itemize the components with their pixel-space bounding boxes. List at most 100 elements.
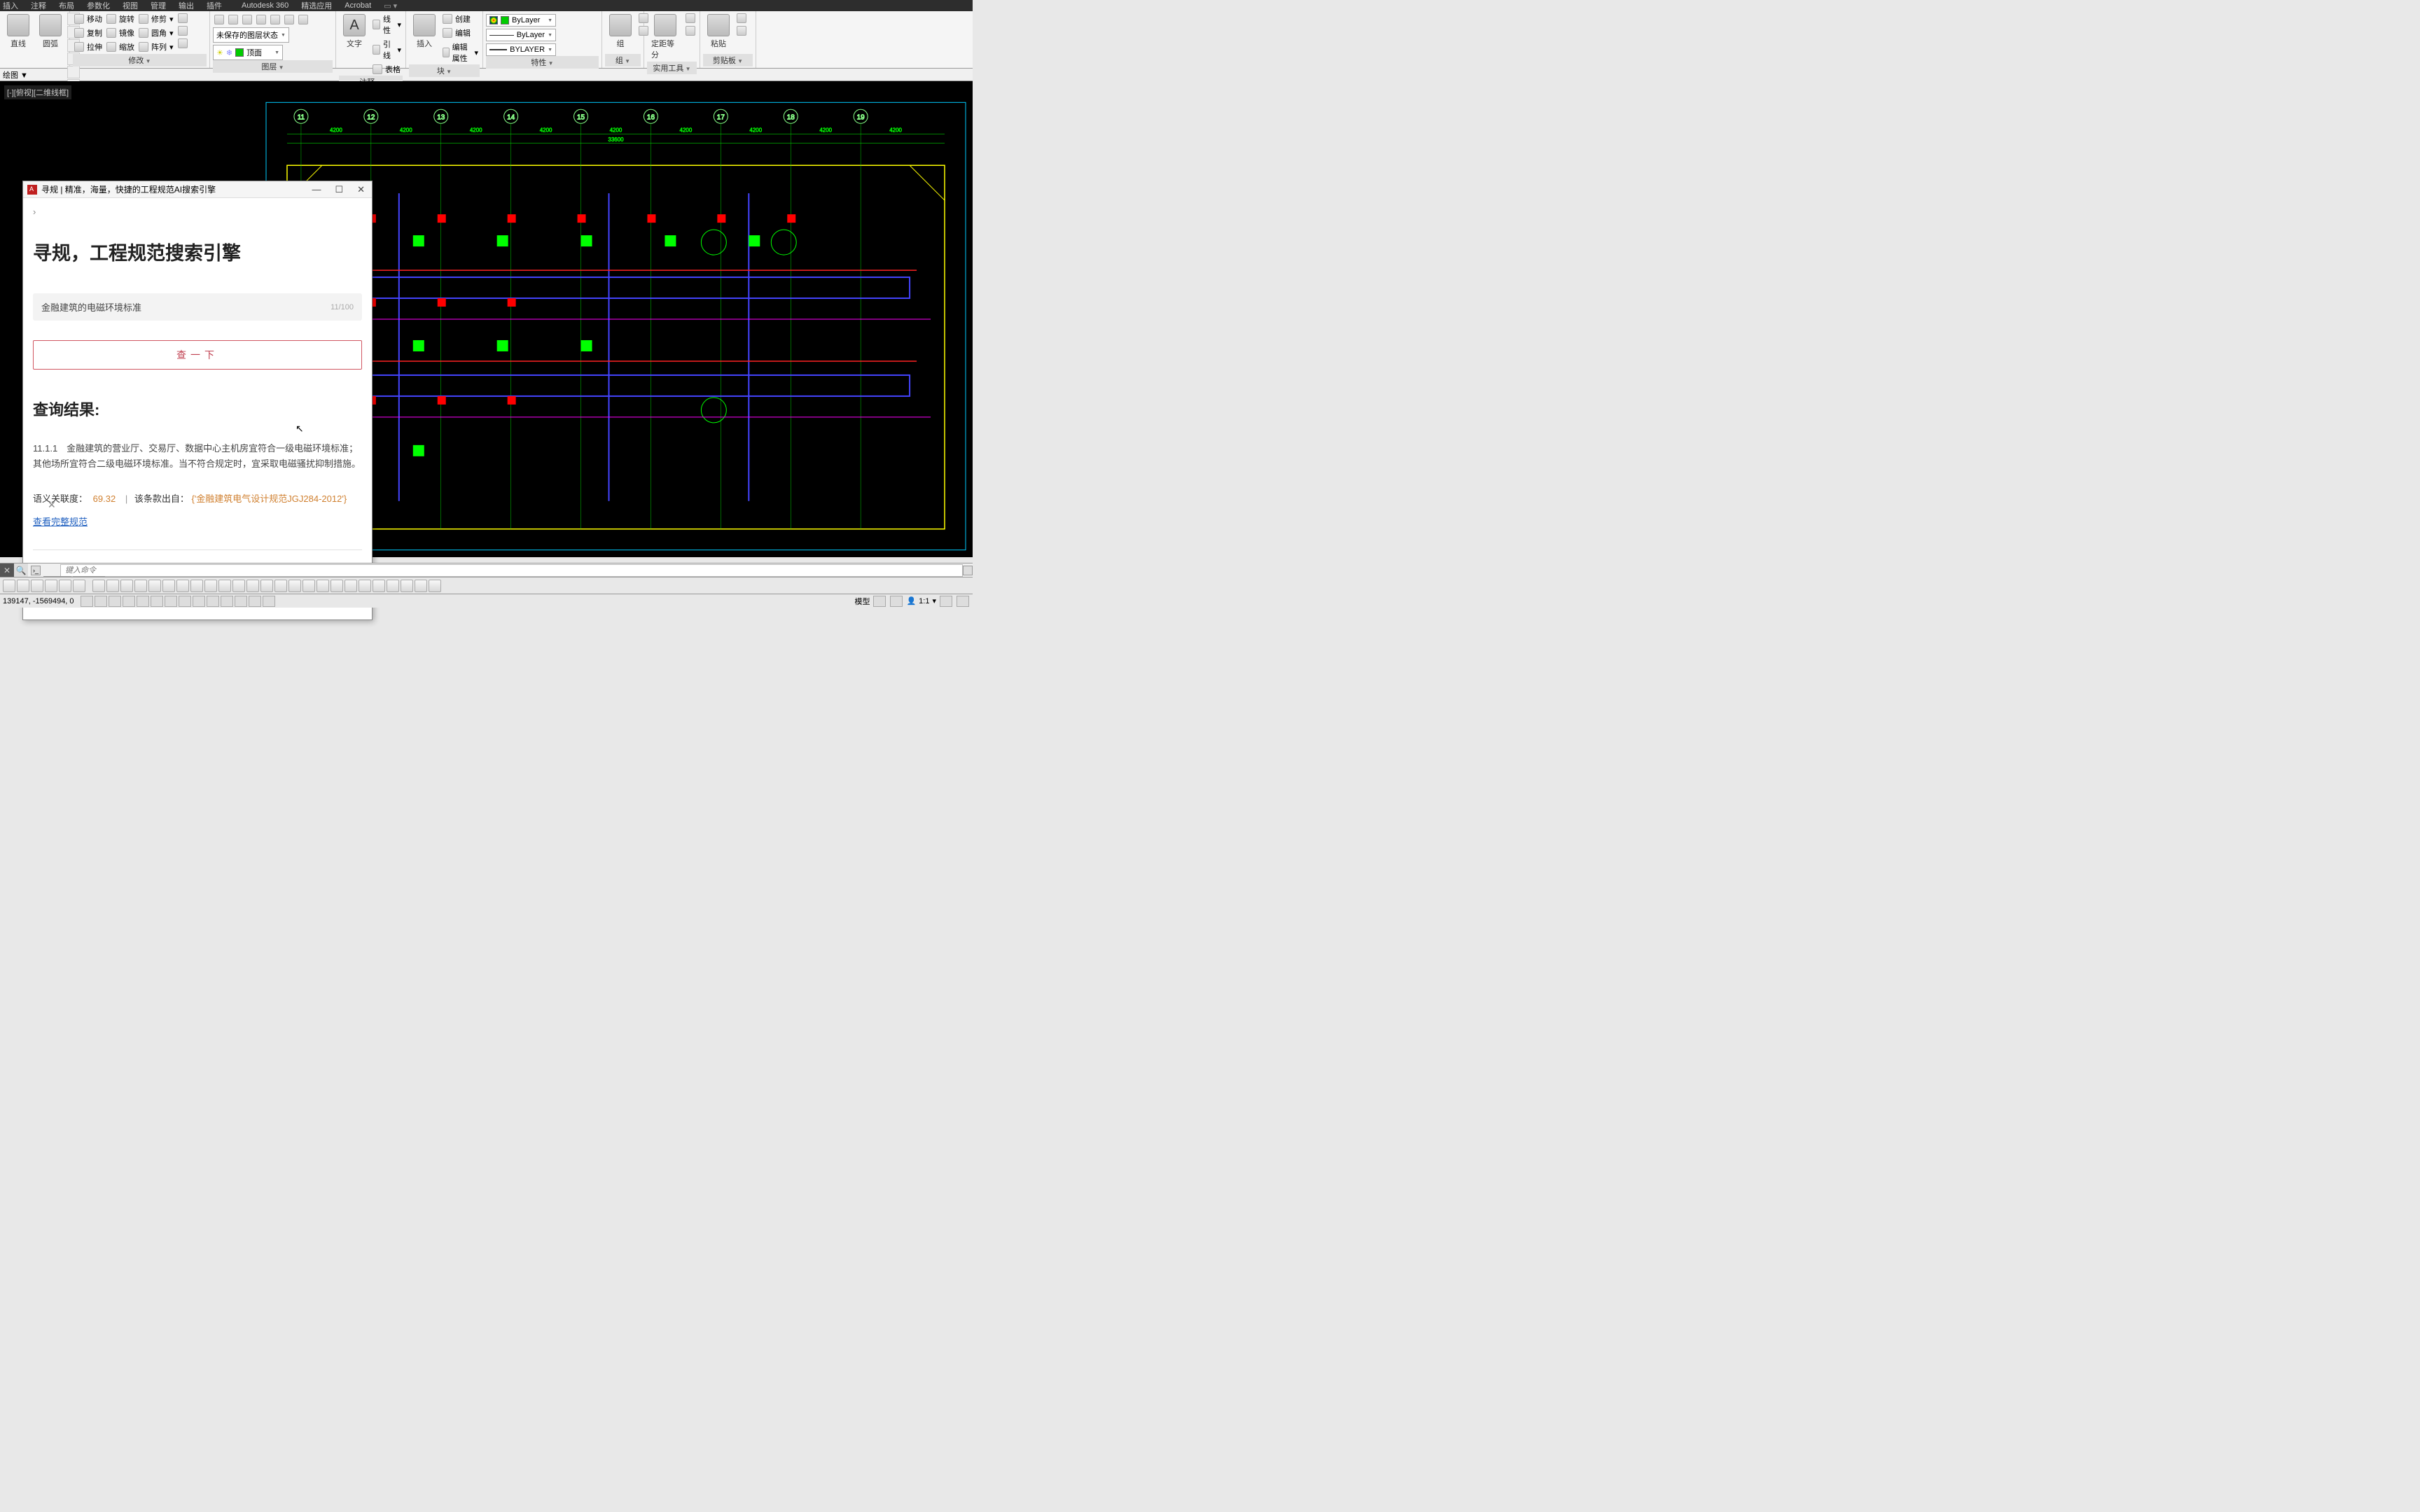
tool-text[interactable]: A文字	[339, 13, 370, 50]
drawing-canvas[interactable]: [-][俯视][二维线框] 11 12 13 14 15 16 17 18 19…	[0, 81, 973, 557]
tb-s[interactable]	[345, 580, 357, 592]
layer-icon-c[interactable]	[241, 14, 253, 25]
tb-u[interactable]	[373, 580, 385, 592]
tb-v[interactable]	[387, 580, 399, 592]
sb-r3[interactable]	[940, 596, 952, 607]
tb-j[interactable]	[218, 580, 231, 592]
tb-o[interactable]	[288, 580, 301, 592]
tool-edit-attrs[interactable]: 编辑属性▾	[441, 41, 480, 64]
tb-w[interactable]	[401, 580, 413, 592]
tb-f[interactable]	[162, 580, 175, 592]
sb-3dosnap[interactable]	[151, 596, 163, 607]
tool-rotate[interactable]: 旋转	[105, 13, 136, 25]
tool-mirror[interactable]: 镜像	[105, 27, 136, 39]
tool-copy[interactable]: 复制	[73, 27, 104, 39]
minimize-icon[interactable]: —	[309, 184, 324, 195]
tb-e[interactable]	[148, 580, 161, 592]
tb-p[interactable]	[302, 580, 315, 592]
scale-label[interactable]: 1:1	[919, 597, 929, 606]
menu-manage[interactable]: 管理	[151, 0, 166, 11]
tool-divide[interactable]: 定距等分	[647, 13, 683, 62]
menu-layout[interactable]: 布局	[59, 0, 74, 11]
sb-r1[interactable]	[873, 596, 886, 607]
sb-am[interactable]	[263, 596, 275, 607]
tb-r[interactable]	[331, 580, 343, 592]
util-a[interactable]	[684, 13, 697, 24]
menu-annotate[interactable]: 注释	[31, 0, 46, 11]
layer-icon-a[interactable]	[213, 14, 225, 25]
layer-current-dropdown[interactable]: ☀❄顶面	[213, 45, 283, 60]
tool-scale[interactable]: 缩放	[105, 41, 136, 53]
tool-line[interactable]: 直线	[3, 13, 34, 50]
tool-edit-block[interactable]: 编辑	[441, 27, 480, 39]
sb-ducs[interactable]	[179, 596, 191, 607]
linetype-dropdown[interactable]: ByLayer	[486, 29, 556, 41]
menu-featured[interactable]: 精选应用	[301, 0, 332, 11]
panel-group[interactable]: 组	[605, 54, 641, 66]
sb-snap[interactable]	[81, 596, 93, 607]
menu-acrobat[interactable]: Acrobat	[345, 1, 371, 10]
tool-mod-a[interactable]	[176, 13, 189, 24]
tool-create-block[interactable]: 创建	[441, 13, 480, 25]
maximize-icon[interactable]: ☐	[332, 184, 346, 195]
tb-k[interactable]	[232, 580, 245, 592]
tb-x[interactable]	[415, 580, 427, 592]
tool-insert-block[interactable]: 插入	[409, 13, 440, 50]
layer-icon-f[interactable]	[283, 14, 295, 25]
tb-l[interactable]	[246, 580, 259, 592]
cmd-search-icon[interactable]: 🔍	[14, 564, 28, 578]
tb-y[interactable]	[429, 580, 441, 592]
tool-mod-b[interactable]	[176, 25, 189, 36]
panel-close-icon[interactable]: ✕	[48, 499, 56, 511]
cmd-close-icon[interactable]: ✕	[0, 564, 14, 578]
tool-leader[interactable]: 引线▾	[371, 38, 403, 62]
tb-h[interactable]	[190, 580, 203, 592]
clip-a[interactable]	[735, 13, 748, 24]
dialog-titlebar[interactable]: 寻规 | 精准，海量，快捷的工程规范AI搜索引擎 — ☐ ✕	[23, 181, 372, 198]
search-input[interactable]: 金融建筑的电磁环境标准 11/100	[33, 293, 362, 321]
model-space-label[interactable]: 模型	[854, 596, 870, 607]
sb-otrack[interactable]	[165, 596, 177, 607]
tb-redo[interactable]	[73, 580, 85, 592]
tool-arc[interactable]: 圆弧	[35, 13, 66, 50]
menu-dash-icon[interactable]: ▭ ▾	[384, 1, 397, 10]
panel-layer[interactable]: 图层	[213, 60, 333, 73]
layer-icon-e[interactable]	[269, 14, 281, 25]
tool-stretch[interactable]: 拉伸	[73, 41, 104, 53]
sb-tpy[interactable]	[221, 596, 233, 607]
tb-i[interactable]	[204, 580, 217, 592]
tb-new[interactable]	[3, 580, 15, 592]
layer-state-dropdown[interactable]: 未保存的图层状态	[213, 27, 289, 43]
tb-a[interactable]	[92, 580, 105, 592]
tb-g[interactable]	[176, 580, 189, 592]
back-chevron-icon[interactable]: ›	[33, 206, 362, 217]
menu-parametric[interactable]: 参数化	[87, 0, 110, 11]
viewport-label[interactable]: [-][俯视][二维线框]	[4, 85, 71, 99]
tb-open[interactable]	[17, 580, 29, 592]
menu-view[interactable]: 视图	[123, 0, 138, 11]
menu-insert[interactable]: 插入	[3, 0, 18, 11]
tool-array[interactable]: 阵列▾	[137, 41, 175, 53]
layer-icon-g[interactable]	[297, 14, 310, 25]
sb-polar[interactable]	[123, 596, 135, 607]
sb-ortho[interactable]	[109, 596, 121, 607]
sb-lwt[interactable]	[207, 596, 219, 607]
panel-modify[interactable]: 修改	[73, 54, 207, 66]
sb-r4[interactable]	[957, 596, 969, 607]
tool-fillet[interactable]: 圆角▾	[137, 27, 175, 39]
tool-trim[interactable]: 修剪▾	[137, 13, 175, 25]
cmd-scroll-icon[interactable]	[963, 566, 973, 575]
search-button[interactable]: 查一下	[33, 340, 362, 370]
sb-qp[interactable]	[235, 596, 247, 607]
tb-q[interactable]	[317, 580, 329, 592]
tb-n[interactable]	[274, 580, 287, 592]
tb-print[interactable]	[45, 580, 57, 592]
tool-group[interactable]: 组	[605, 13, 636, 50]
close-icon[interactable]: ✕	[354, 184, 368, 195]
command-input[interactable]	[60, 564, 963, 577]
tool-paste[interactable]: 粘贴	[703, 13, 734, 50]
sb-dyn[interactable]	[193, 596, 205, 607]
sb-osnap[interactable]	[137, 596, 149, 607]
lineweight-dropdown[interactable]: BYLAYER	[486, 43, 556, 56]
tb-save[interactable]	[31, 580, 43, 592]
